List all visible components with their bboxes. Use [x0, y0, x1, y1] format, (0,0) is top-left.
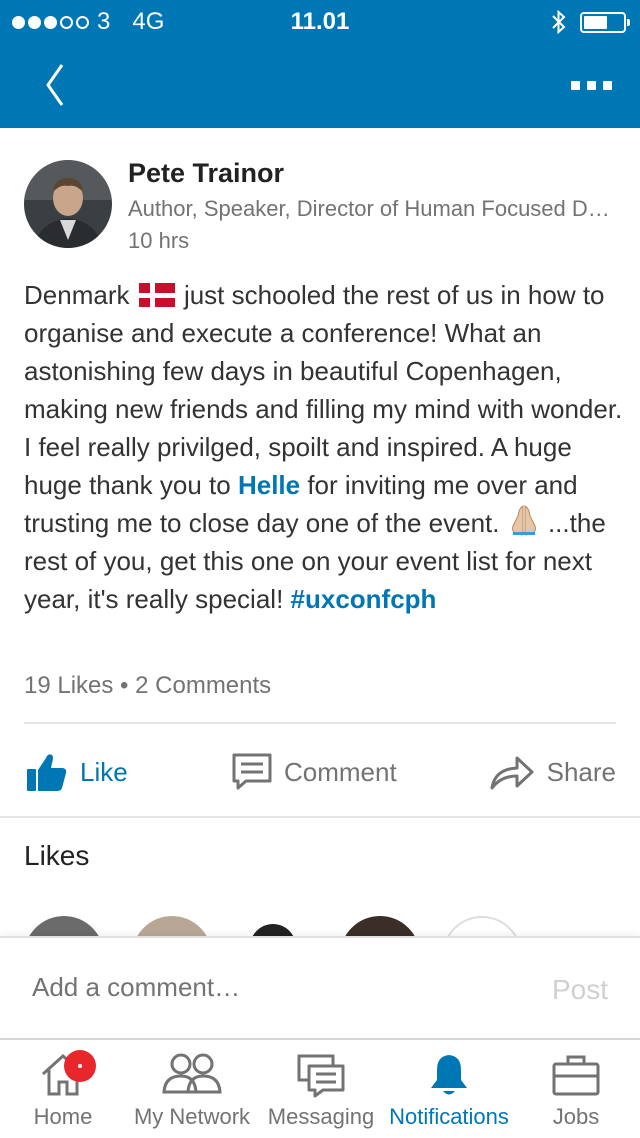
tab-label: Home [33, 1104, 93, 1129]
share-label: Share [546, 756, 616, 787]
comment-button[interactable]: Comment [232, 740, 397, 804]
chevron-left-icon [46, 64, 64, 106]
more-dots-icon [570, 80, 580, 90]
nav-bar [0, 40, 640, 128]
tab-bar: Home My Network Messaging Notifications [0, 1038, 640, 1136]
post-stats[interactable]: 19 Likes • 2 Comments [24, 672, 271, 700]
mention-link[interactable]: Helle [238, 470, 300, 500]
like-button[interactable]: Like [26, 740, 128, 804]
praying-hands-icon [511, 505, 536, 536]
comment-label: Comment [284, 756, 397, 787]
tab-notifications[interactable]: Notifications [386, 1040, 512, 1138]
network-icon [162, 1053, 222, 1094]
tab-label: Notifications [389, 1104, 509, 1129]
author-name[interactable]: Pete Trainor [128, 158, 284, 189]
post-actions: Like Comment Share [0, 740, 640, 804]
divider [24, 722, 616, 724]
comment-bar: Post [0, 936, 640, 1038]
post-timestamp: 10 hrs [128, 228, 190, 253]
tab-home[interactable]: Home [20, 1040, 106, 1138]
tab-label: Messaging [267, 1104, 375, 1129]
tab-my-network[interactable]: My Network [130, 1040, 254, 1138]
messaging-icon [297, 1054, 345, 1098]
like-label: Like [80, 756, 128, 787]
share-arrow-icon [490, 756, 534, 790]
post-comment-button[interactable]: Post [552, 974, 608, 1006]
post-text: Denmark just schooled the rest of us in … [24, 276, 624, 618]
bell-icon [431, 1055, 467, 1095]
share-button[interactable]: Share [489, 740, 616, 804]
battery-icon [580, 11, 630, 33]
status-bar: 3 4G 11.01 [0, 0, 640, 40]
hashtag-link[interactable]: #uxconfcph [291, 584, 437, 614]
section-divider [0, 816, 640, 818]
tab-label: My Network [133, 1104, 251, 1129]
likes-heading: Likes [24, 840, 90, 871]
author-headline: Author, Speaker, Director of Human Focus… [128, 196, 616, 221]
comment-input[interactable] [32, 972, 512, 1003]
tab-messaging[interactable]: Messaging [266, 1040, 376, 1138]
more-options-button[interactable] [566, 70, 616, 100]
briefcase-icon [552, 1055, 600, 1096]
thumbs-up-icon [27, 754, 67, 791]
back-button[interactable] [34, 60, 78, 110]
post-text-part: just schooled the rest of us in how to o… [24, 280, 623, 500]
denmark-flag-icon [138, 283, 175, 307]
tab-jobs[interactable]: Jobs [540, 1040, 612, 1138]
tab-label: Jobs [552, 1104, 600, 1129]
post-header: Pete Trainor Author, Speaker, Director o… [24, 158, 616, 254]
clock: 11.01 [290, 8, 350, 35]
bluetooth-icon [552, 10, 566, 34]
status-right [552, 10, 630, 34]
notification-badge [64, 1050, 96, 1082]
post-text-part: Denmark [24, 280, 130, 310]
author-avatar[interactable] [24, 160, 112, 248]
comment-icon [232, 753, 272, 790]
